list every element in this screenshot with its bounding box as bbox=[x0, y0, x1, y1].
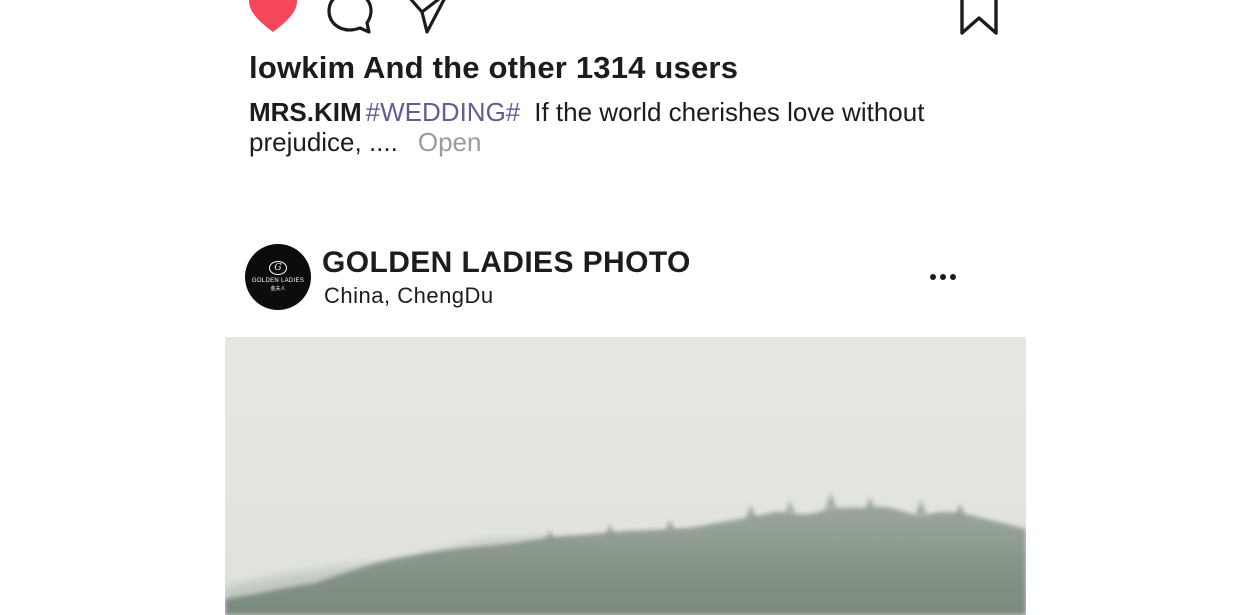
likes-summary[interactable]: lowkim And the other 1314 users bbox=[249, 50, 738, 86]
avatar-monogram: G bbox=[269, 261, 287, 275]
send-arrow-icon[interactable] bbox=[405, 0, 451, 34]
post-author-name[interactable]: GOLDEN LADIES PHOTO bbox=[322, 246, 691, 280]
post-header: G GOLDEN LADIES 金夫人 GOLDEN LADIES PHOTO … bbox=[245, 244, 980, 312]
avatar-sub-text: 金夫人 bbox=[270, 286, 286, 292]
feed-page: lowkim And the other 1314 users MRS.KIM #… bbox=[0, 0, 1250, 615]
post-location[interactable]: China, ChengDu bbox=[324, 283, 494, 309]
avatar-brand-text: GOLDEN LADIES bbox=[251, 278, 305, 284]
more-options-button[interactable] bbox=[925, 265, 961, 289]
speech-bubble-icon[interactable] bbox=[326, 0, 374, 34]
heart-filled-icon[interactable] bbox=[247, 0, 299, 34]
misty-forested-hills-photo bbox=[225, 337, 1026, 615]
caption-hashtag[interactable]: #WEDDING# bbox=[366, 97, 521, 127]
post-action-bar bbox=[0, 0, 1250, 40]
caption-username[interactable]: MRS.KIM bbox=[249, 97, 362, 127]
post-photo[interactable] bbox=[225, 337, 1026, 615]
more-horizontal-icon bbox=[930, 274, 936, 280]
bookmark-icon[interactable] bbox=[959, 0, 999, 36]
avatar[interactable]: G GOLDEN LADIES 金夫人 bbox=[245, 244, 311, 310]
caption-open-link[interactable]: Open bbox=[418, 127, 482, 157]
post-caption: MRS.KIM #WEDDING# If the world cherishes l… bbox=[249, 97, 969, 157]
